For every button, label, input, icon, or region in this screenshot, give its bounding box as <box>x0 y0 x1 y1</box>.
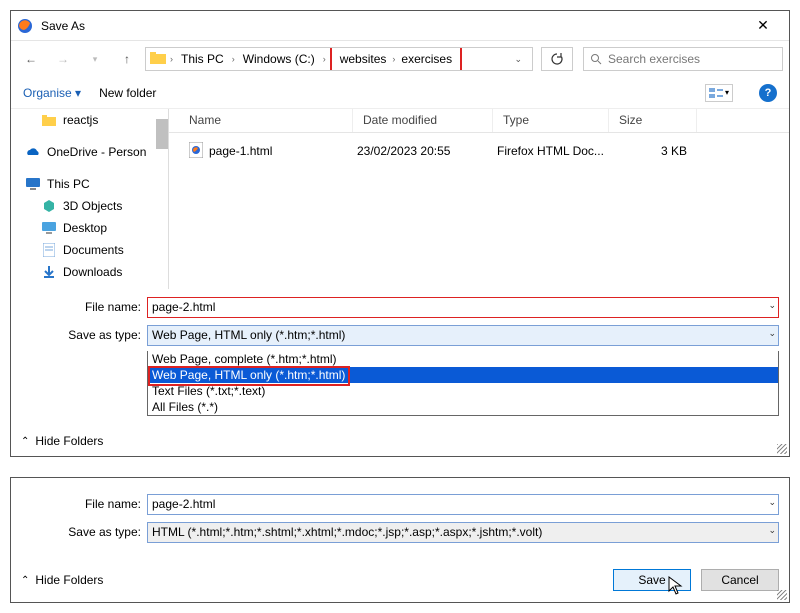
titlebar: Save As ✕ <box>11 11 789 41</box>
chevron-right-icon: › <box>230 54 237 64</box>
col-modified[interactable]: Date modified <box>353 109 493 132</box>
hide-folders-toggle[interactable]: ⌃ Hide Folders <box>21 434 103 448</box>
file-modified: 23/02/2023 20:55 <box>353 144 493 158</box>
crumb-thispc[interactable]: This PC <box>177 48 228 70</box>
tree-3dobjects[interactable]: 3D Objects <box>11 195 168 217</box>
opt-complete[interactable]: Web Page, complete (*.htm;*.html) <box>148 351 778 367</box>
search-input[interactable]: Search exercises <box>583 47 783 71</box>
crumb-websites[interactable]: websites <box>336 48 391 70</box>
filename-input[interactable]: ⌄ <box>147 494 779 515</box>
file-name: page-1.html <box>209 144 272 158</box>
chevron-right-icon: › <box>168 54 175 64</box>
close-button[interactable]: ✕ <box>743 17 783 34</box>
saveas-value: HTML (*.html;*.htm;*.shtml;*.xhtml;*.mdo… <box>148 525 546 539</box>
form-area: File name: ⌄ Save as type: HTML (*.html;… <box>11 486 789 558</box>
saveas-value: Web Page, HTML only (*.htm;*.html) <box>148 328 349 342</box>
3d-icon <box>41 198 57 214</box>
crumb-exercises[interactable]: exercises <box>397 48 456 70</box>
dialog-title: Save As <box>41 19 743 33</box>
hide-folders-toggle[interactable]: ⌃ Hide Folders <box>21 573 103 587</box>
chevron-down-icon[interactable]: ⌄ <box>768 328 776 339</box>
new-folder-button[interactable]: New folder <box>99 86 156 100</box>
chevron-right-icon: › <box>390 54 397 64</box>
crumb-drive[interactable]: Windows (C:) <box>239 48 319 70</box>
save-as-dialog-1: Save As ✕ ← → ▾ ↑ › This PC › Windows (C… <box>10 10 790 457</box>
col-name[interactable]: Name <box>169 109 353 132</box>
opt-htmlonly[interactable]: Web Page, HTML only (*.htm;*.html) <box>148 367 778 383</box>
tree-onedrive[interactable]: OneDrive - Person <box>11 141 168 163</box>
folder-icon <box>150 52 166 67</box>
view-options[interactable]: ▾ <box>705 84 733 102</box>
toolbar: Organise ▾ New folder ▾ ? <box>11 77 789 109</box>
tree-desktop[interactable]: Desktop <box>11 217 168 239</box>
path-dropdown[interactable]: ⌄ <box>508 54 528 65</box>
breadcrumb[interactable]: › This PC › Windows (C:) › websites › ex… <box>145 47 533 71</box>
opt-all[interactable]: All Files (*.*) <box>148 399 778 415</box>
cancel-button[interactable]: Cancel <box>701 569 779 591</box>
chevron-right-icon: › <box>321 54 328 64</box>
downloads-icon <box>41 264 57 280</box>
saveas-dropdown[interactable]: Web Page, complete (*.htm;*.html) Web Pa… <box>147 351 779 416</box>
recent-dropdown[interactable]: ▾ <box>81 47 109 71</box>
filename-label: File name: <box>21 300 147 314</box>
filename-input[interactable]: ⌄ <box>147 297 779 318</box>
chevron-down-icon[interactable]: ⌄ <box>768 497 776 508</box>
nav-row: ← → ▾ ↑ › This PC › Windows (C:) › websi… <box>11 41 789 77</box>
file-size: 3 KB <box>609 144 697 158</box>
highlighted-path: websites › exercises <box>330 47 462 71</box>
chevron-down-icon[interactable]: ⌄ <box>768 525 776 536</box>
resize-grip[interactable] <box>777 444 787 454</box>
html-file-icon <box>189 142 203 161</box>
file-list[interactable]: Name Date modified Type Size page-1.html… <box>169 109 789 289</box>
up-button[interactable]: ↑ <box>113 47 141 71</box>
chevron-down-icon[interactable]: ⌄ <box>768 300 776 311</box>
saveas-combo[interactable]: HTML (*.html;*.htm;*.shtml;*.xhtml;*.mdo… <box>147 522 779 543</box>
chevron-up-icon: ⌃ <box>21 436 29 447</box>
refresh-button[interactable] <box>541 47 573 71</box>
save-button[interactable]: Save <box>613 569 691 591</box>
desktop-icon <box>41 220 57 236</box>
col-type[interactable]: Type <box>493 109 609 132</box>
list-header[interactable]: Name Date modified Type Size <box>169 109 789 133</box>
scrollbar-thumb[interactable] <box>156 119 168 149</box>
tree-downloads[interactable]: Downloads <box>11 261 168 283</box>
pc-icon <box>25 176 41 192</box>
filename-label: File name: <box>21 497 147 511</box>
file-row[interactable]: page-1.html 23/02/2023 20:55 Firefox HTM… <box>169 133 789 169</box>
search-icon <box>590 53 602 65</box>
documents-icon <box>41 242 57 258</box>
saveas-label: Save as type: <box>21 525 147 539</box>
save-as-dialog-2: File name: ⌄ Save as type: HTML (*.html;… <box>10 477 790 603</box>
saveas-label: Save as type: <box>21 328 147 342</box>
saveas-combo[interactable]: Web Page, HTML only (*.htm;*.html) ⌄ <box>147 325 779 346</box>
organise-menu[interactable]: Organise ▾ <box>23 86 81 100</box>
back-button[interactable]: ← <box>17 47 45 71</box>
help-button[interactable]: ? <box>759 84 777 102</box>
tree-thispc[interactable]: This PC <box>11 173 168 195</box>
bottom-bar: ⌃ Hide Folders <box>11 426 789 456</box>
firefox-icon <box>17 18 33 34</box>
forward-button[interactable]: → <box>49 47 77 71</box>
folder-icon <box>41 112 57 128</box>
folder-tree[interactable]: reactjs OneDrive - Person This PC 3D Obj… <box>11 109 169 289</box>
col-size[interactable]: Size <box>609 109 697 132</box>
opt-text[interactable]: Text Files (*.txt;*.text) <box>148 383 778 399</box>
search-placeholder: Search exercises <box>608 52 700 66</box>
onedrive-icon <box>25 144 41 160</box>
tree-documents[interactable]: Documents <box>11 239 168 261</box>
explorer-body: reactjs OneDrive - Person This PC 3D Obj… <box>11 109 789 289</box>
filename-field[interactable] <box>148 495 758 514</box>
chevron-up-icon: ⌃ <box>21 575 29 586</box>
filename-field[interactable] <box>148 298 758 317</box>
form-area: File name: ⌄ Save as type: Web Page, HTM… <box>11 289 789 426</box>
file-type: Firefox HTML Doc... <box>493 144 609 158</box>
tree-reactjs[interactable]: reactjs <box>11 109 168 131</box>
cursor-icon <box>668 576 684 596</box>
bottom-bar: ⌃ Hide Folders Save Cancel <box>11 558 789 602</box>
